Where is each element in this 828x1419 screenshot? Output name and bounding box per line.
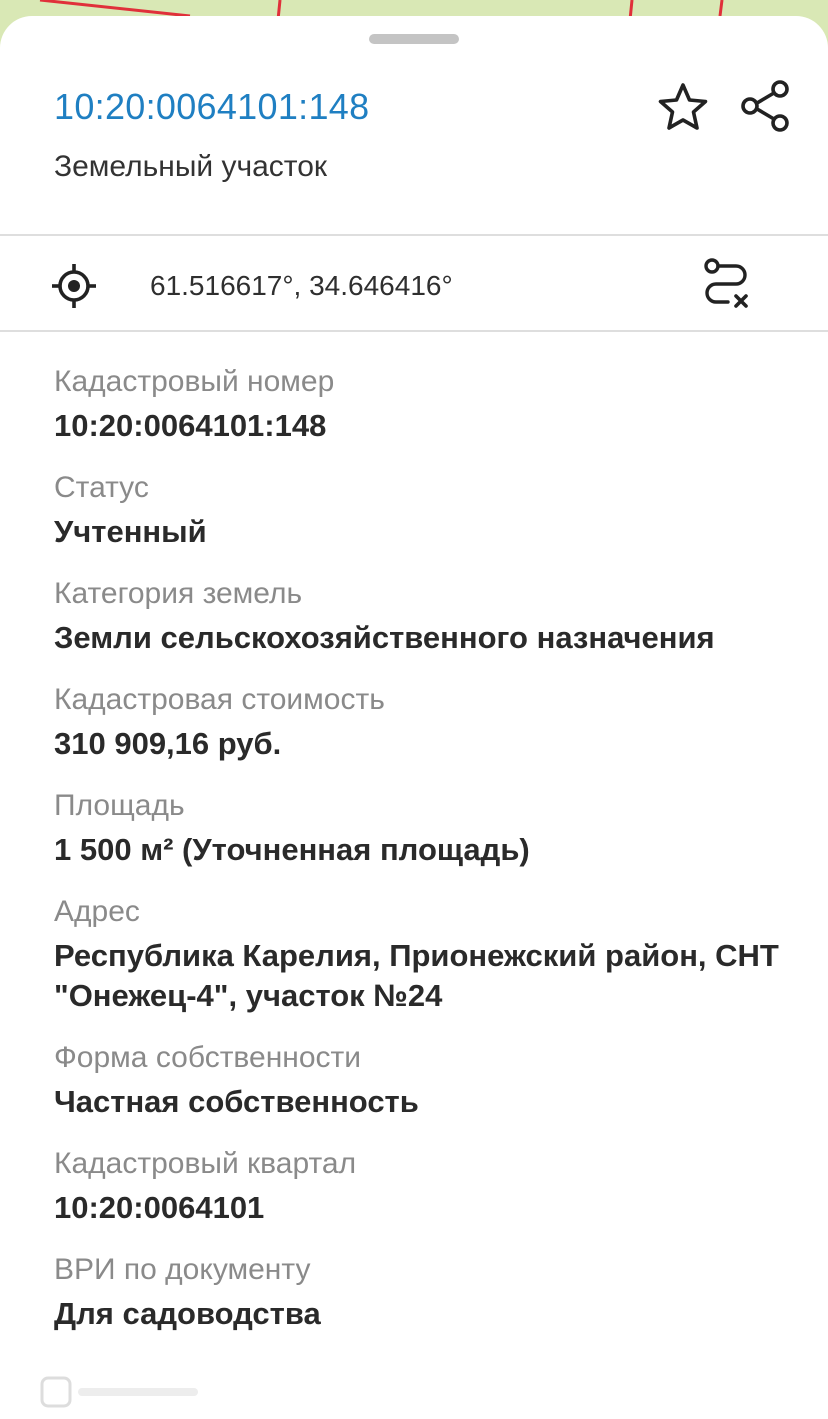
field-permitted-use: ВРИ по документу Для садоводства — [54, 1250, 794, 1334]
property-details-list: Кадастровый номер 10:20:0064101:148 Стат… — [54, 362, 794, 1356]
field-label: ВРИ по документу — [54, 1253, 311, 1286]
field-land-category: Категория земель Земли сельскохозяйствен… — [54, 574, 794, 658]
route-button[interactable] — [698, 256, 756, 314]
field-value: 310 909,16 руб. — [54, 726, 282, 761]
field-cadastral-number: Кадастровый номер 10:20:0064101:148 — [54, 362, 794, 446]
field-status: Статус Учтенный — [54, 468, 794, 552]
field-cadastral-value: Кадастровая стоимость 310 909,16 руб. — [54, 680, 794, 764]
field-address: Адрес Республика Карелия, Прионежский ра… — [54, 892, 794, 1016]
field-value[interactable]: 10:20:0064101 — [54, 1188, 794, 1228]
coordinates-divider — [0, 330, 828, 332]
field-value: Частная собственность — [54, 1084, 419, 1119]
field-label: Категория земель — [54, 577, 303, 610]
crosshair-icon — [52, 264, 96, 308]
field-label: Кадастровый номер — [54, 365, 335, 398]
field-cadastral-quarter: Кадастровый квартал 10:20:0064101 — [54, 1144, 794, 1228]
coordinates-text[interactable]: 61.516617°, 34.646416° — [150, 270, 453, 302]
object-info-sheet: 10:20:0064101:148 Земельный участок 61.5… — [0, 16, 828, 1419]
field-label: Кадастровая стоимость — [54, 683, 385, 716]
field-label: Адрес — [54, 895, 140, 928]
field-label: Кадастровый квартал — [54, 1147, 357, 1180]
field-area: Площадь 1 500 м² (Уточненная площадь) — [54, 786, 794, 870]
cadastral-number-title[interactable]: 10:20:0064101:148 — [54, 86, 369, 128]
favorite-button[interactable] — [654, 80, 712, 136]
sheet-drag-handle[interactable] — [369, 34, 459, 44]
field-value: 10:20:0064101:148 — [54, 408, 327, 443]
field-value: Для садоводства — [54, 1296, 321, 1331]
locate-button[interactable] — [50, 262, 98, 310]
share-icon — [741, 80, 789, 132]
star-outline-icon — [658, 83, 708, 130]
field-label: Статус — [54, 471, 149, 504]
field-value: Учтенный — [54, 514, 207, 549]
header-divider — [0, 234, 828, 236]
field-label: Площадь — [54, 789, 185, 822]
field-label: Форма собственности — [54, 1041, 362, 1074]
field-value: 1 500 м² (Уточненная площадь) — [54, 832, 530, 867]
watermark-logo — [40, 1376, 198, 1408]
field-value: Земли сельскохозяйственного назначения — [54, 620, 715, 655]
object-type-subtitle: Земельный участок — [54, 150, 328, 183]
field-value: Республика Карелия, Прионежский район, С… — [54, 938, 779, 1013]
field-ownership-form: Форма собственности Частная собственност… — [54, 1038, 794, 1122]
share-button[interactable] — [738, 78, 792, 134]
route-remove-icon — [704, 258, 748, 308]
